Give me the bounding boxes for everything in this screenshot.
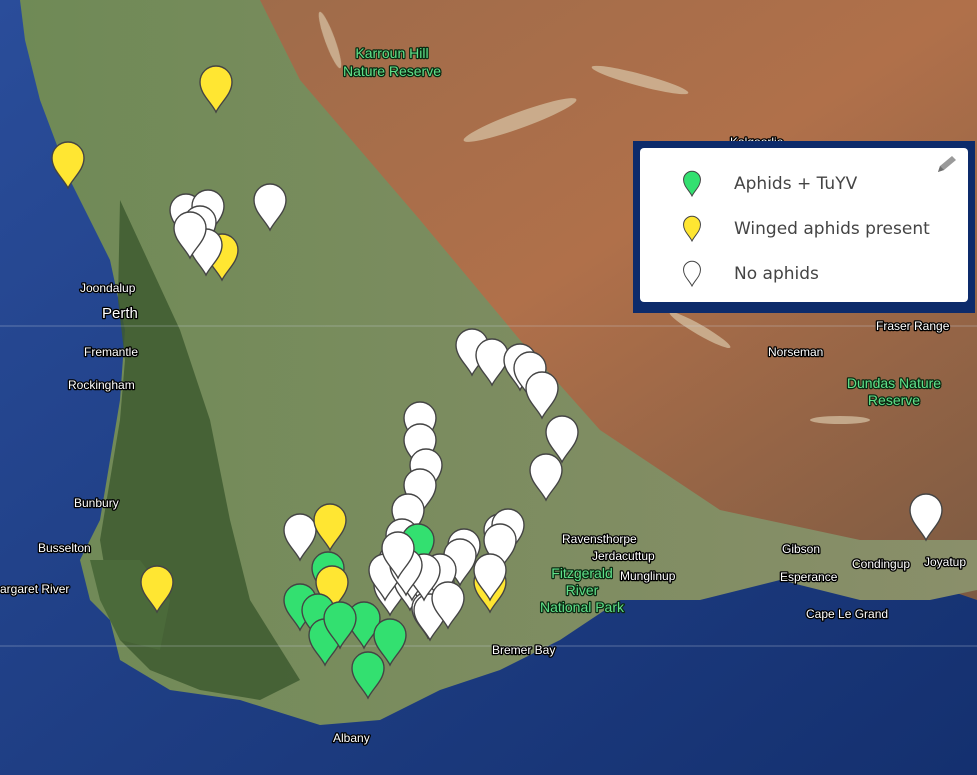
map-pin-icon (683, 215, 701, 243)
legend-label: No aphids (734, 264, 819, 284)
map-canvas[interactable]: Perth Joondalup Fremantle Rockingham Bunbury… (0, 0, 977, 775)
place-label-albany: Albany (333, 731, 370, 745)
place-label-bunbury: Bunbury (74, 496, 119, 510)
place-label-munglinup: Munglinup (620, 569, 676, 583)
legend-item-green: Aphids + TuYV (640, 166, 857, 202)
place-label-joondalup: Joondalup (80, 281, 136, 295)
place-label-margaret: argaret River (0, 582, 69, 596)
place-label-rockingham: Rockingham (68, 378, 135, 392)
place-label-joyatup: Joyatup (924, 555, 966, 569)
map-pin-icon (683, 170, 701, 198)
pencil-icon[interactable] (934, 154, 960, 176)
place-label-fraser: Fraser Range (876, 319, 950, 333)
legend-item-white: No aphids (640, 256, 819, 292)
place-label-norseman: Norseman (768, 345, 823, 359)
place-label-jerdacuttup: Jerdacuttup (592, 549, 655, 563)
legend-box: Aphids + TuYV Winged aphids present No aph… (640, 148, 968, 302)
place-label-ravensthorpe: Ravensthorpe (562, 532, 637, 546)
place-label-condingup: Condingup (852, 557, 910, 571)
place-label-esperance: Esperance (780, 570, 838, 584)
place-label-perth: Perth (102, 305, 138, 322)
place-label-bremer: Bremer Bay (492, 643, 555, 657)
legend-label: Winged aphids present (734, 219, 930, 239)
place-label-fremantle: Fremantle (84, 345, 138, 359)
legend-item-yellow: Winged aphids present (640, 211, 930, 247)
map-pin-icon (683, 260, 701, 288)
place-label-capelegrand: Cape Le Grand (806, 607, 888, 621)
place-label-gibson: Gibson (782, 542, 820, 556)
place-label-busselton: Busselton (38, 541, 91, 555)
legend-panel: Aphids + TuYV Winged aphids present No aph… (633, 141, 975, 313)
legend-label: Aphids + TuYV (734, 174, 858, 194)
